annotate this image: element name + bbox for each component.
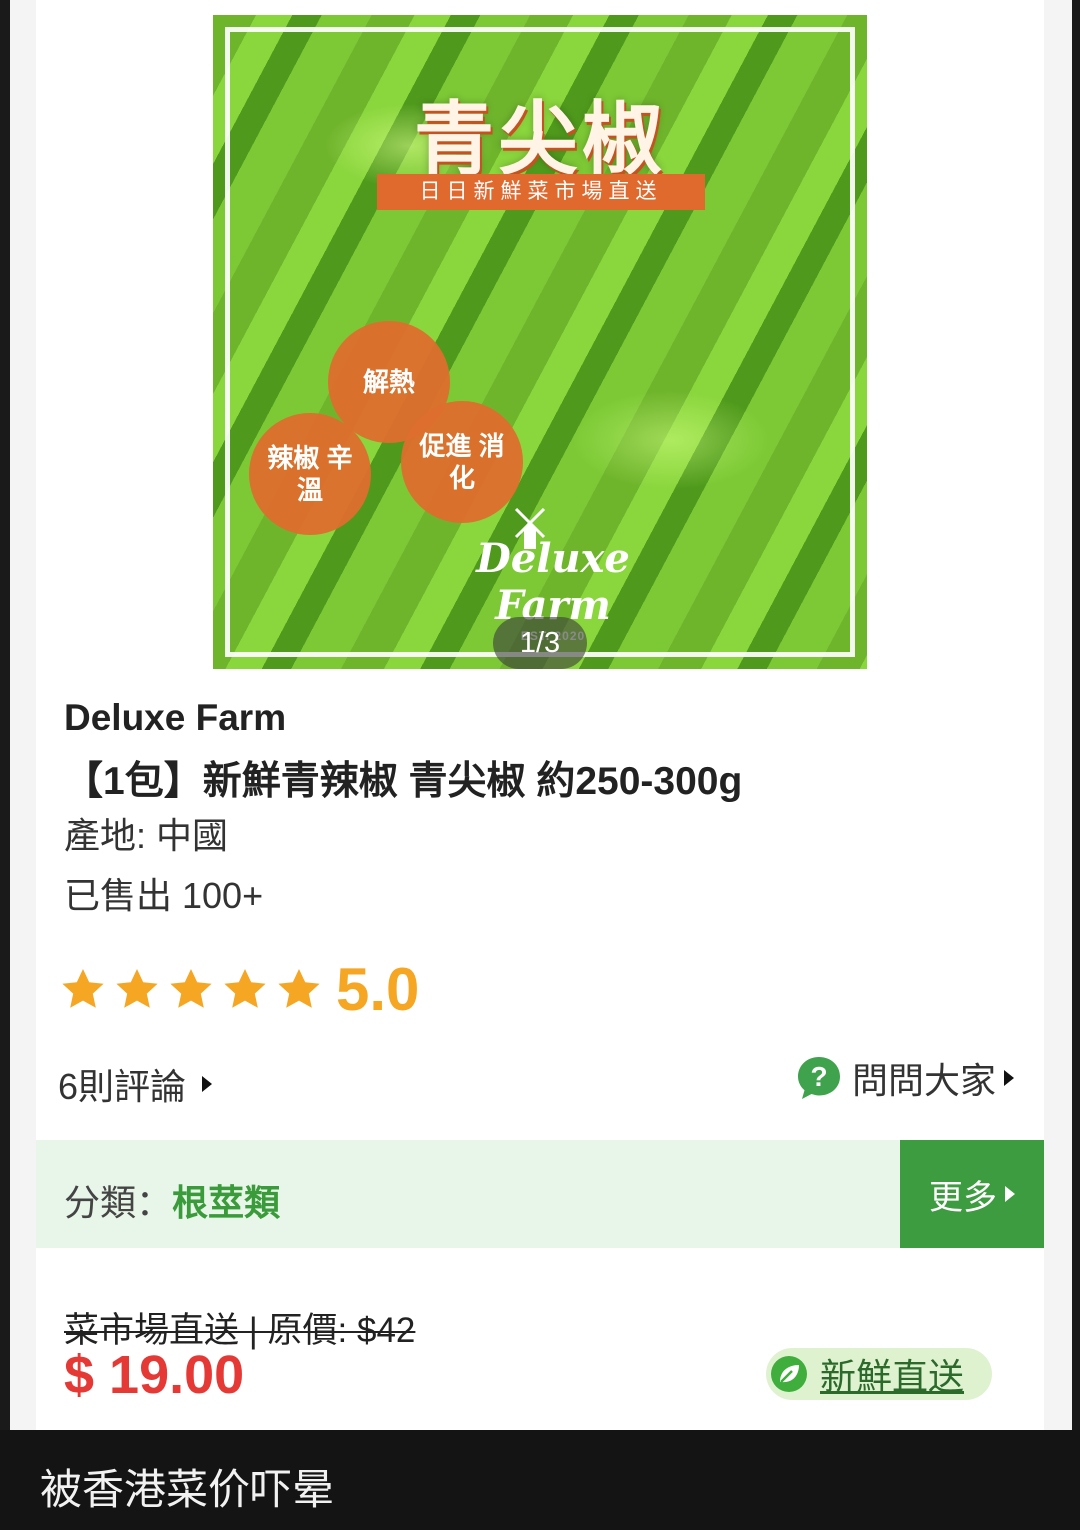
reviews-label: 6則評論 — [58, 1066, 187, 1107]
ask-everyone-link[interactable]: ? 問問大家 — [796, 1052, 1015, 1104]
category-value[interactable]: 根莖類 — [172, 1182, 280, 1223]
more-label: 更多 — [929, 1178, 997, 1217]
product-title: 【1包】新鮮青辣椒 青尖椒 約250-300g — [64, 760, 743, 803]
image-badge-2: 辣椒 辛溫 — [249, 413, 371, 535]
more-button[interactable]: 更多 — [900, 1140, 1044, 1248]
image-counter: 1/3 — [493, 617, 587, 669]
product-origin: 產地: 中國 — [64, 815, 229, 856]
svg-text:?: ? — [810, 1061, 827, 1092]
reviews-link[interactable]: 6則評論 — [58, 1058, 213, 1110]
question-bubble-icon: ? — [798, 1057, 840, 1099]
chevron-right-icon — [202, 1076, 213, 1092]
left-rail — [10, 0, 36, 1430]
star-icon — [278, 969, 320, 1008]
leaf-icon — [771, 1356, 807, 1392]
star-icon — [116, 969, 158, 1008]
brand-logo-text: Deluxe Farm — [476, 535, 630, 629]
product-image-carousel[interactable]: 青尖椒 日日新鮮菜市場直送 解熱 辣椒 辛溫 促進 消化 Deluxe Farm… — [213, 15, 867, 669]
category-label: 分類：根莖類 — [64, 1174, 280, 1226]
right-rail — [1044, 0, 1072, 1430]
image-badge-3: 促進 消化 — [401, 401, 523, 523]
caption-bar: 被香港菜价吓晕 — [0, 1430, 1080, 1530]
star-icon — [170, 969, 212, 1008]
sold-count: 已售出 100+ — [64, 875, 264, 916]
category-bar: 分類：根莖類 — [36, 1140, 900, 1248]
image-banner: 日日新鮮菜市場直送 — [377, 174, 705, 210]
chevron-right-icon — [1005, 1186, 1015, 1202]
brand-name[interactable]: Deluxe Farm — [64, 697, 286, 739]
rating-stars: 5.0 — [58, 958, 419, 1022]
fresh-delivery-badge[interactable]: 新鮮直送 — [766, 1348, 992, 1400]
rating-value: 5.0 — [336, 956, 420, 1023]
fresh-delivery-label: 新鮮直送 — [820, 1356, 965, 1397]
category-label-text: 分類： — [64, 1182, 173, 1223]
star-icon — [62, 969, 104, 1008]
chevron-right-icon — [1004, 1070, 1015, 1086]
sale-price: $ 19.00 — [64, 1345, 245, 1405]
star-icon — [224, 969, 266, 1008]
ask-label: 問問大家 — [852, 1060, 997, 1101]
caption-text: 被香港菜价吓晕 — [40, 1465, 335, 1514]
